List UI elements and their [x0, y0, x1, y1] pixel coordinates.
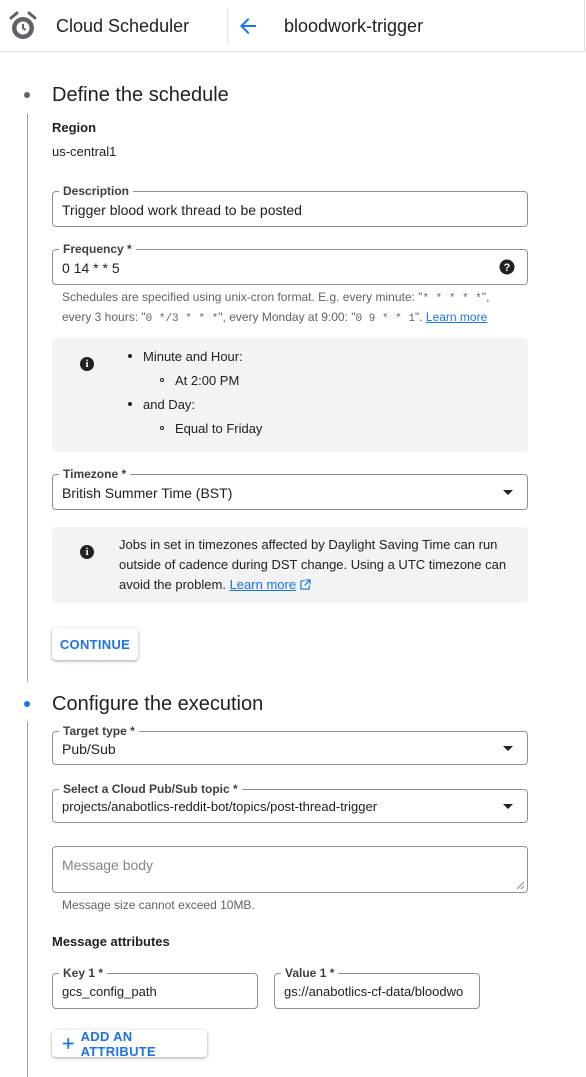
- dst-note-text: Jobs in set in timezones affected by Day…: [119, 537, 507, 592]
- key1-label: Key 1 *: [59, 966, 108, 980]
- frequency-value: 0 14 * * 5: [62, 260, 120, 276]
- region-label: Region: [52, 120, 97, 135]
- external-link-icon: [300, 579, 311, 590]
- target-type-value: Pub/Sub: [62, 741, 116, 757]
- summary-item-2: and Day:: [143, 397, 196, 412]
- frequency-label: Frequency *: [59, 242, 136, 256]
- info-icon: i: [80, 357, 94, 371]
- dst-note-box: i Jobs in set in timezones affected by D…: [52, 527, 528, 603]
- frequency-help: Schedules are specified using unix-cron …: [62, 290, 490, 325]
- add-attribute-button[interactable]: ADD AN ATTRIBUTE: [52, 1028, 207, 1059]
- message-attributes-label: Message attributes: [52, 934, 170, 949]
- description-label: Description: [59, 184, 134, 198]
- value1-input[interactable]: Value 1 * gs://anabotlics-cf-data/bloodw…: [274, 966, 480, 1009]
- message-body-placeholder: Message body: [62, 857, 154, 873]
- target-type-select[interactable]: Target type * Pub/Sub: [52, 724, 528, 765]
- value1-label: Value 1 *: [281, 966, 339, 980]
- top-bar: Cloud Scheduler bloodwork-trigger: [0, 0, 585, 52]
- resize-handle-icon[interactable]: [516, 881, 524, 889]
- dropdown-caret-icon: [503, 804, 513, 809]
- summary-item-2-sub: Equal to Friday: [175, 421, 263, 436]
- dst-learn-more-link[interactable]: Learn more: [230, 577, 296, 592]
- step2-rail: [27, 722, 28, 1077]
- arrow-left-icon[interactable]: [236, 14, 260, 38]
- page-title: bloodwork-trigger: [284, 16, 424, 36]
- region-value: us-central1: [52, 144, 117, 159]
- timezone-value: British Summer Time (BST): [62, 485, 233, 501]
- key1-value: gcs_config_path: [62, 984, 157, 999]
- description-field[interactable]: Description Trigger blood work thread to…: [52, 184, 528, 227]
- header-divider: [227, 8, 228, 44]
- message-body-helper: Message size cannot exceed 10MB.: [62, 898, 255, 912]
- pubsub-topic-select[interactable]: Select a Cloud Pub/Sub topic * projects/…: [52, 782, 528, 823]
- info-icon: i: [80, 545, 94, 559]
- svg-text:?: ?: [504, 262, 511, 274]
- app-name: Cloud Scheduler: [56, 16, 190, 36]
- message-body-textarea[interactable]: Message body: [52, 846, 528, 893]
- step2-title: Configure the execution: [52, 693, 264, 715]
- help-icon[interactable]: ?: [499, 259, 515, 275]
- timezone-label: Timezone *: [59, 467, 131, 481]
- value1-value: gs://anabotlics-cf-data/bloodwo: [284, 984, 464, 999]
- step1-title: Define the schedule: [52, 84, 229, 106]
- frequency-field[interactable]: Frequency * 0 14 * * 5 ?: [52, 242, 528, 285]
- step2-indicator: [24, 701, 30, 707]
- target-type-label: Target type *: [59, 724, 139, 738]
- timezone-select[interactable]: Timezone * British Summer Time (BST): [52, 467, 528, 510]
- frequency-learn-more-link[interactable]: Learn more: [426, 310, 487, 324]
- step1-indicator: [24, 92, 30, 98]
- continue-button[interactable]: CONTINUE: [52, 628, 138, 660]
- dropdown-caret-icon: [503, 490, 513, 495]
- dropdown-caret-icon: [503, 746, 513, 751]
- summary-item-1: Minute and Hour:: [143, 349, 243, 364]
- key1-input[interactable]: Key 1 * gcs_config_path: [52, 966, 258, 1009]
- description-value: Trigger blood work thread to be posted: [62, 202, 302, 218]
- step1-rail: [27, 114, 28, 682]
- schedule-summary-box: i Minute and Hour: At 2:00 PM and Day: E…: [52, 338, 528, 452]
- topic-value: projects/anabotlics-reddit-bot/topics/po…: [62, 799, 378, 814]
- alarm-clock-icon: [9, 11, 37, 39]
- topic-label: Select a Cloud Pub/Sub topic *: [59, 782, 242, 796]
- summary-item-1-sub: At 2:00 PM: [175, 373, 240, 388]
- add-attribute-label: ADD AN ATTRIBUTE: [80, 1028, 156, 1059]
- plus-icon: [62, 1038, 74, 1049]
